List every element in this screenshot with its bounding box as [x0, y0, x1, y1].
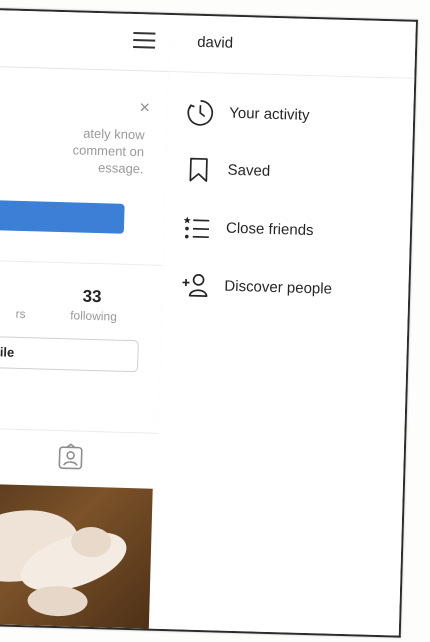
username: david — [196, 33, 234, 52]
hamburger-menu-icon[interactable] — [129, 26, 160, 55]
menu-item-close-friends[interactable]: Close friends — [181, 208, 402, 254]
menu-item-saved[interactable]: Saved — [183, 150, 404, 196]
menu-line — [133, 31, 156, 35]
menu-item-discover-people[interactable]: Discover people — [180, 266, 401, 312]
menu-item-label: Discover people — [224, 277, 333, 298]
drawer-header: david — [168, 14, 418, 79]
menu-item-label: Saved — [227, 161, 271, 180]
page: × ately know comment on essage. rs 33 fo… — [0, 0, 430, 642]
post-thumbnail[interactable] — [0, 483, 153, 629]
activity-clock-icon — [187, 100, 214, 126]
menu-line — [133, 45, 156, 49]
close-icon[interactable]: × — [139, 97, 150, 117]
add-person-icon — [182, 274, 208, 297]
divider — [0, 427, 159, 434]
phone-screen: × ately know comment on essage. rs 33 fo… — [0, 8, 418, 638]
notice-action-button[interactable] — [0, 199, 125, 234]
divider — [0, 259, 163, 266]
edit-profile-label: file — [0, 344, 15, 360]
menu-item-label: Your activity — [229, 104, 310, 124]
menu-item-label: Close friends — [225, 219, 314, 240]
followers-label[interactable]: rs — [0, 306, 26, 321]
menu-line — [133, 38, 156, 42]
edit-profile-button[interactable]: file — [0, 335, 139, 373]
profile-top-bar — [0, 10, 170, 72]
notice-text: ately know comment on essage. — [72, 125, 145, 177]
close-friends-list-icon — [183, 216, 210, 239]
side-menu-drawer: david Your activity Saved Close friends … — [152, 14, 418, 636]
menu-item-your-activity[interactable]: Your activity — [185, 93, 406, 139]
bookmark-icon — [189, 157, 208, 182]
tagged-photos-icon[interactable] — [55, 442, 86, 473]
following-count[interactable]: 33 — [72, 286, 113, 307]
following-label[interactable]: following — [59, 308, 127, 324]
profile-panel[interactable]: × ately know comment on essage. rs 33 fo… — [0, 10, 171, 629]
